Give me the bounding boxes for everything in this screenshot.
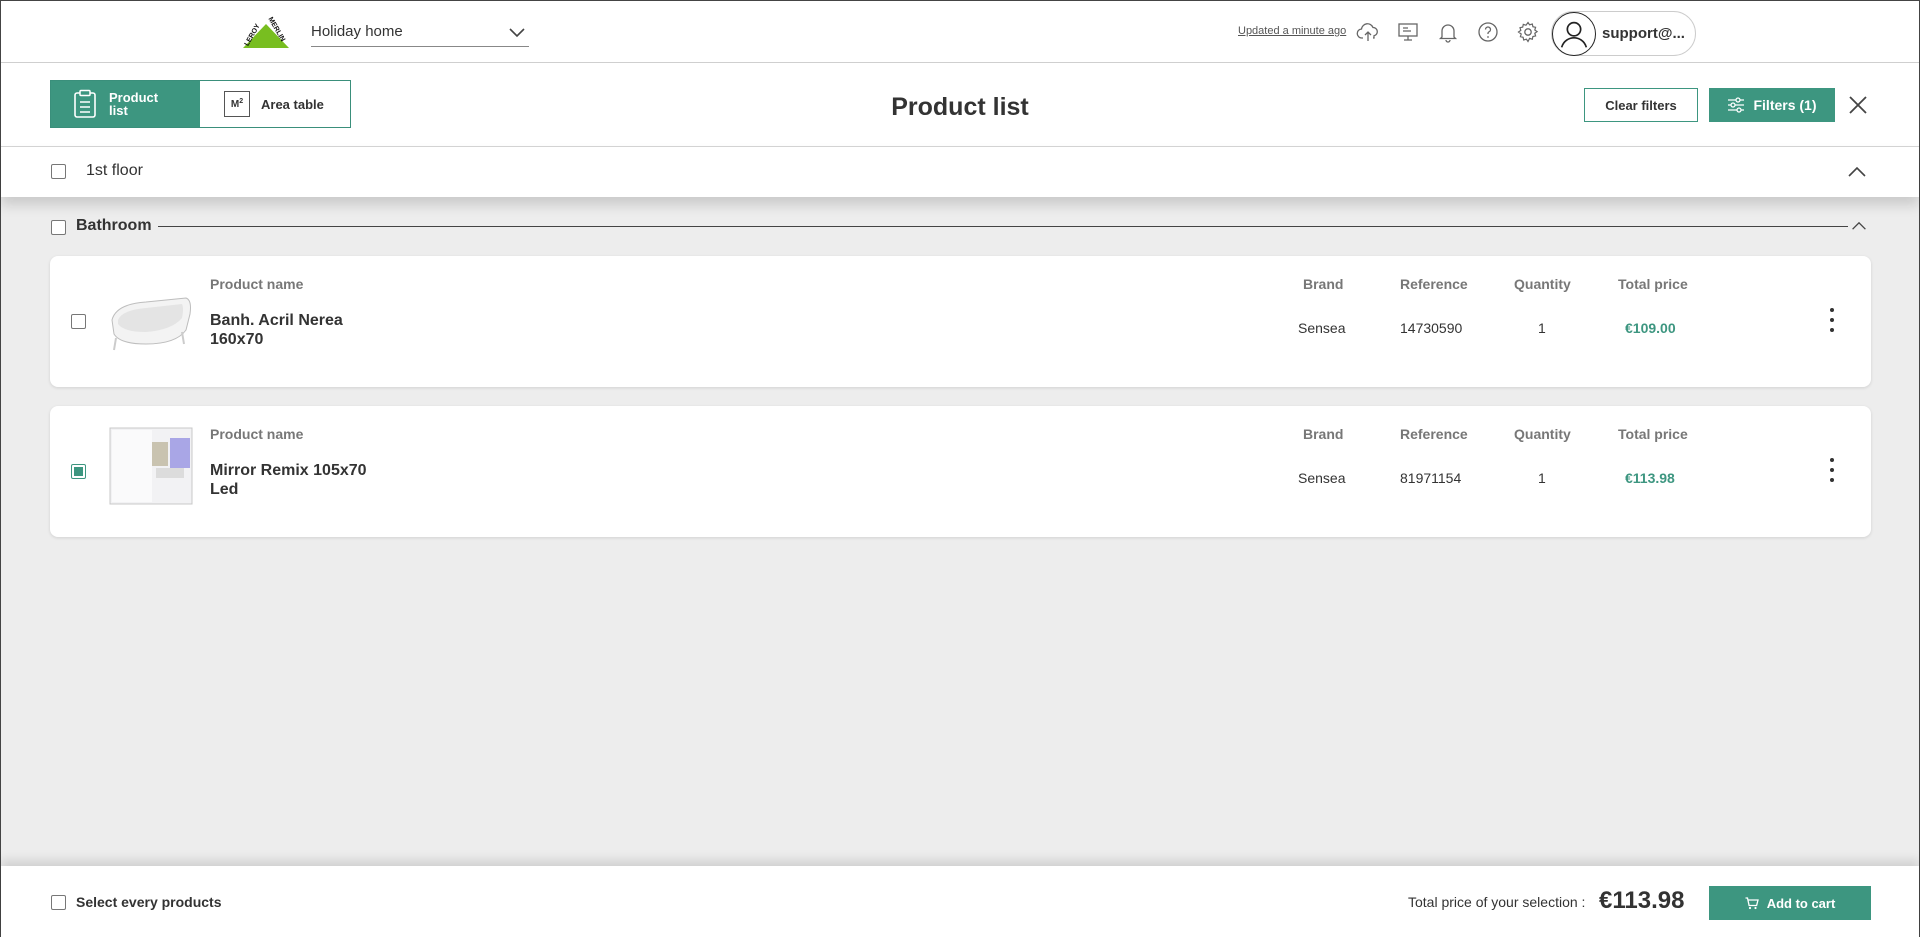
bell-icon[interactable] — [1434, 18, 1462, 46]
product-total-price: €109.00 — [1625, 320, 1676, 336]
tab-area-table[interactable]: M2 Area table — [200, 81, 350, 127]
col-head-reference: Reference — [1400, 276, 1468, 292]
product-quantity: 1 — [1538, 470, 1546, 486]
updated-status-link[interactable]: Updated a minute ago — [1238, 25, 1346, 37]
user-avatar-icon — [1552, 11, 1596, 56]
add-to-cart-button[interactable]: Add to cart — [1709, 886, 1871, 920]
top-bar: LEROY MERLIN Holiday home Updated a minu… — [1, 1, 1919, 63]
help-icon[interactable] — [1474, 18, 1502, 46]
presentation-icon[interactable] — [1394, 18, 1422, 46]
clear-filters-button[interactable]: Clear filters — [1584, 88, 1698, 122]
cart-icon — [1745, 896, 1759, 909]
col-head-quantity: Quantity — [1514, 426, 1571, 442]
panel-header: Product list M2 Area table Product list … — [1, 63, 1919, 147]
product-total-price: €113.98 — [1625, 470, 1675, 486]
room-label: Bathroom — [76, 217, 152, 234]
chevron-down-icon — [509, 27, 525, 37]
col-head-brand: Brand — [1303, 276, 1344, 292]
product-reference: 81971154 — [1400, 470, 1462, 486]
user-menu[interactable]: support@... — [1551, 11, 1696, 56]
add-to-cart-label: Add to cart — [1766, 895, 1836, 911]
tab-product-list[interactable]: Product list — [51, 81, 200, 127]
tab-area-table-label: Area table — [261, 96, 324, 112]
col-head-product-name: Product name — [210, 426, 304, 442]
chevron-up-icon[interactable] — [1847, 165, 1867, 179]
select-all-label: Select every products — [76, 894, 222, 910]
col-head-total-price: Total price — [1618, 276, 1688, 292]
product-quantity: 1 — [1538, 320, 1546, 336]
product-reference: 14730590 — [1400, 320, 1463, 336]
product-brand: Sensea — [1298, 470, 1346, 486]
settings-gear-icon[interactable] — [1514, 18, 1542, 46]
close-icon[interactable] — [1846, 93, 1870, 117]
product-checkbox[interactable] — [71, 314, 86, 329]
product-brand: Sensea — [1298, 320, 1346, 336]
col-head-reference: Reference — [1400, 426, 1468, 442]
project-select-value: Holiday home — [311, 23, 403, 40]
product-image-bathtub — [106, 274, 194, 364]
product-name: Mirror Remix 105x70 Led — [210, 462, 367, 498]
clipboard-icon — [74, 89, 96, 118]
view-toggle: Product list M2 Area table — [50, 80, 351, 128]
floor-label: 1st floor — [86, 162, 143, 179]
project-select[interactable]: Holiday home — [311, 17, 529, 47]
col-head-brand: Brand — [1303, 426, 1344, 442]
col-head-total-price: Total price — [1618, 426, 1688, 442]
floor-group-header: 1st floor — [1, 147, 1919, 197]
leroy-merlin-logo[interactable]: LEROY MERLIN — [239, 14, 293, 50]
filters-button-label: Filters (1) — [1753, 97, 1817, 113]
total-price-label: Total price of your selection : — [1408, 894, 1586, 910]
room-checkbox[interactable] — [51, 220, 66, 235]
col-head-product-name: Product name — [210, 276, 304, 292]
product-image-mirror — [106, 424, 194, 514]
floor-checkbox[interactable] — [51, 164, 66, 179]
product-card: Product name Mirror Remix 105x70 Led Bra… — [50, 406, 1871, 537]
chevron-up-icon[interactable] — [1851, 220, 1867, 232]
tab-product-list-label: Product list — [109, 90, 159, 118]
selection-footer: Select every products Total price of you… — [1, 866, 1919, 937]
room-divider — [158, 226, 1848, 227]
m2-icon: M2 — [224, 91, 250, 117]
filters-button[interactable]: Filters (1) — [1709, 88, 1835, 122]
filter-sliders-icon — [1728, 97, 1745, 113]
col-head-quantity: Quantity — [1514, 276, 1571, 292]
product-card: Product name Banh. Acril Nerea 160x70 Br… — [50, 256, 1871, 387]
select-all-checkbox[interactable] — [51, 895, 66, 910]
product-name: Banh. Acril Nerea 160x70 — [210, 312, 343, 348]
cloud-upload-icon[interactable] — [1354, 18, 1382, 46]
more-options-icon[interactable] — [1827, 308, 1837, 332]
total-price-value: €113.98 — [1599, 887, 1685, 914]
product-checkbox[interactable] — [71, 464, 86, 479]
user-name: support@... — [1602, 25, 1685, 42]
more-options-icon[interactable] — [1827, 458, 1837, 482]
